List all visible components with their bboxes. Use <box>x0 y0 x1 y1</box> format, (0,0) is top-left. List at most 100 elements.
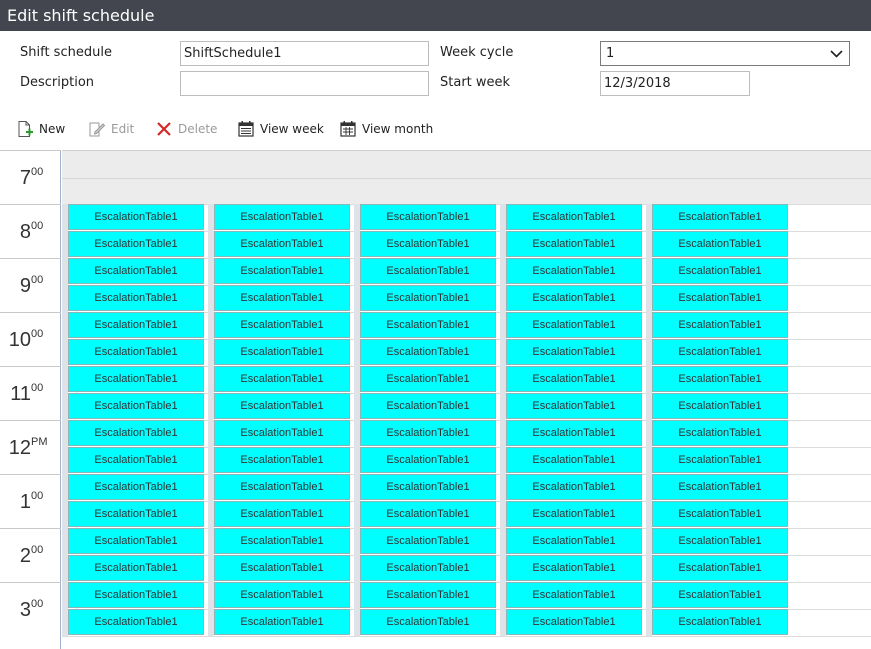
shift-event[interactable]: EscalationTable1 <box>506 447 642 473</box>
shift-event[interactable]: EscalationTable1 <box>506 366 642 392</box>
shift-event[interactable]: EscalationTable1 <box>360 339 496 365</box>
shift-event[interactable]: EscalationTable1 <box>214 555 350 581</box>
hour-suffix: PM <box>31 436 48 448</box>
shift-event[interactable]: EscalationTable1 <box>360 204 496 230</box>
shift-event[interactable]: EscalationTable1 <box>506 204 642 230</box>
shift-event[interactable]: EscalationTable1 <box>214 474 350 500</box>
shift-event[interactable]: EscalationTable1 <box>68 555 204 581</box>
shift-event[interactable]: EscalationTable1 <box>360 474 496 500</box>
shift-event[interactable]: EscalationTable1 <box>652 447 788 473</box>
shift-event[interactable]: EscalationTable1 <box>652 285 788 311</box>
shift-schedule-input[interactable]: ShiftSchedule1 <box>180 41 429 66</box>
shift-event[interactable]: EscalationTable1 <box>360 609 496 635</box>
description-input[interactable] <box>180 71 429 96</box>
shift-event[interactable]: EscalationTable1 <box>68 501 204 527</box>
shift-event[interactable]: EscalationTable1 <box>360 231 496 257</box>
view-month-button[interactable]: View month <box>339 119 433 139</box>
shift-event[interactable]: EscalationTable1 <box>506 312 642 338</box>
shift-event[interactable]: EscalationTable1 <box>506 609 642 635</box>
shift-event[interactable]: EscalationTable1 <box>214 393 350 419</box>
shift-event[interactable]: EscalationTable1 <box>214 582 350 608</box>
shift-event[interactable]: EscalationTable1 <box>652 204 788 230</box>
shift-event[interactable]: EscalationTable1 <box>68 258 204 284</box>
shift-event[interactable]: EscalationTable1 <box>68 339 204 365</box>
shift-event[interactable]: EscalationTable1 <box>214 447 350 473</box>
shift-event[interactable]: EscalationTable1 <box>360 420 496 446</box>
shift-event[interactable]: EscalationTable1 <box>214 285 350 311</box>
shift-event[interactable]: EscalationTable1 <box>68 420 204 446</box>
shift-event[interactable]: EscalationTable1 <box>506 420 642 446</box>
shift-event[interactable]: EscalationTable1 <box>214 231 350 257</box>
shift-event[interactable]: EscalationTable1 <box>506 582 642 608</box>
shift-event[interactable]: EscalationTable1 <box>68 204 204 230</box>
shift-event[interactable]: EscalationTable1 <box>214 528 350 554</box>
shift-event[interactable]: EscalationTable1 <box>360 285 496 311</box>
delete-button[interactable]: Delete <box>155 119 217 139</box>
shift-event[interactable]: EscalationTable1 <box>68 231 204 257</box>
shift-event[interactable]: EscalationTable1 <box>360 501 496 527</box>
shift-event[interactable]: EscalationTable1 <box>68 366 204 392</box>
shift-event[interactable]: EscalationTable1 <box>68 528 204 554</box>
shift-event[interactable]: EscalationTable1 <box>360 312 496 338</box>
new-document-icon <box>18 121 33 137</box>
shift-event[interactable]: EscalationTable1 <box>214 204 350 230</box>
shift-event[interactable]: EscalationTable1 <box>652 474 788 500</box>
shift-event[interactable]: EscalationTable1 <box>506 393 642 419</box>
shift-event[interactable]: EscalationTable1 <box>360 555 496 581</box>
shift-event[interactable]: EscalationTable1 <box>506 528 642 554</box>
shift-event[interactable]: EscalationTable1 <box>214 339 350 365</box>
edit-icon <box>89 122 106 137</box>
shift-event[interactable]: EscalationTable1 <box>652 231 788 257</box>
hour-suffix: 00 <box>31 382 44 394</box>
view-week-button[interactable]: View week <box>237 119 324 139</box>
shift-event[interactable]: EscalationTable1 <box>360 528 496 554</box>
shift-event[interactable]: EscalationTable1 <box>360 258 496 284</box>
shift-event[interactable]: EscalationTable1 <box>68 393 204 419</box>
shift-event[interactable]: EscalationTable1 <box>652 393 788 419</box>
shift-event[interactable]: EscalationTable1 <box>652 609 788 635</box>
all-day-band[interactable] <box>62 150 871 204</box>
shift-event[interactable]: EscalationTable1 <box>652 582 788 608</box>
shift-event[interactable]: EscalationTable1 <box>652 501 788 527</box>
shift-event[interactable]: EscalationTable1 <box>214 609 350 635</box>
calendar-week-icon <box>238 121 254 137</box>
shift-event[interactable]: EscalationTable1 <box>506 555 642 581</box>
shift-event[interactable]: EscalationTable1 <box>652 339 788 365</box>
shift-event[interactable]: EscalationTable1 <box>68 582 204 608</box>
shift-event[interactable]: EscalationTable1 <box>506 231 642 257</box>
shift-event[interactable]: EscalationTable1 <box>652 555 788 581</box>
hour-number: 12 <box>8 437 31 459</box>
shift-event[interactable]: EscalationTable1 <box>506 339 642 365</box>
shift-event[interactable]: EscalationTable1 <box>68 609 204 635</box>
shift-event[interactable]: EscalationTable1 <box>68 312 204 338</box>
new-button-label: New <box>39 122 66 136</box>
shift-event[interactable]: EscalationTable1 <box>506 258 642 284</box>
shift-event[interactable]: EscalationTable1 <box>360 447 496 473</box>
shift-event[interactable]: EscalationTable1 <box>360 393 496 419</box>
start-week-input[interactable]: 12/3/2018 <box>600 71 750 96</box>
shift-event[interactable]: EscalationTable1 <box>214 258 350 284</box>
new-button[interactable]: New <box>16 119 65 139</box>
slot-divider <box>62 636 871 637</box>
shift-event[interactable]: EscalationTable1 <box>68 447 204 473</box>
shift-event[interactable]: EscalationTable1 <box>652 366 788 392</box>
shift-event[interactable]: EscalationTable1 <box>68 285 204 311</box>
week-cycle-select[interactable]: 1 <box>600 41 850 66</box>
shift-event[interactable]: EscalationTable1 <box>506 285 642 311</box>
shift-event[interactable]: EscalationTable1 <box>214 312 350 338</box>
shift-event[interactable]: EscalationTable1 <box>652 258 788 284</box>
shift-event[interactable]: EscalationTable1 <box>506 474 642 500</box>
shift-event[interactable]: EscalationTable1 <box>214 501 350 527</box>
shift-event[interactable]: EscalationTable1 <box>68 474 204 500</box>
edit-button-label: Edit <box>111 122 135 136</box>
shift-event[interactable]: EscalationTable1 <box>360 366 496 392</box>
edit-button[interactable]: Edit <box>88 119 134 139</box>
shift-event[interactable]: EscalationTable1 <box>214 420 350 446</box>
shift-event[interactable]: EscalationTable1 <box>652 312 788 338</box>
shift-event[interactable]: EscalationTable1 <box>506 501 642 527</box>
shift-event[interactable]: EscalationTable1 <box>652 528 788 554</box>
shift-event[interactable]: EscalationTable1 <box>652 420 788 446</box>
hour-number: 9 <box>19 275 31 297</box>
shift-event[interactable]: EscalationTable1 <box>214 366 350 392</box>
shift-event[interactable]: EscalationTable1 <box>360 582 496 608</box>
